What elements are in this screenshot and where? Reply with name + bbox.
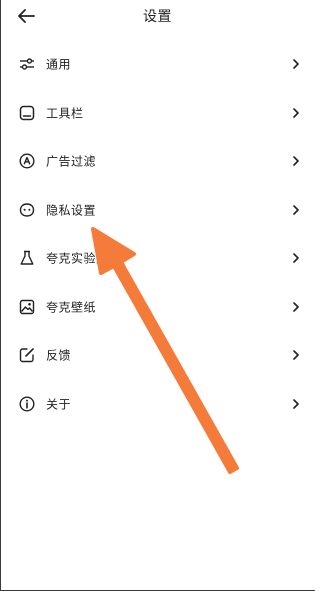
menu-item-label: 工具栏 <box>46 106 84 121</box>
menu-item-privacy[interactable]: 隐私设置 <box>0 186 315 235</box>
menu-item-label: 隐私设置 <box>46 203 97 218</box>
menu-item-label: 夸克壁纸 <box>46 300 97 315</box>
header-bar: 设置 <box>0 0 315 32</box>
menu-item-lab[interactable]: 夸克实验室 <box>0 234 315 283</box>
menu-item-wallpaper[interactable]: 夸克壁纸 <box>0 283 315 332</box>
chevron-right-icon <box>291 155 301 167</box>
menu-item-toolbar[interactable]: 工具栏 <box>0 89 315 138</box>
menu-item-label: 关于 <box>46 397 72 412</box>
settings-menu: 通用 工具栏 广告过滤 隐私设置 夸克实验室 夸克壁纸 反馈 关于 <box>0 40 315 428</box>
page-title: 设置 <box>143 9 172 25</box>
info-icon <box>18 395 36 413</box>
menu-item-ad-filter[interactable]: 广告过滤 <box>0 137 315 186</box>
menu-item-label: 通用 <box>46 57 72 72</box>
menu-item-label: 反馈 <box>46 348 72 363</box>
sliders-icon <box>18 55 36 73</box>
menu-item-feedback[interactable]: 反馈 <box>0 331 315 380</box>
chevron-right-icon <box>291 349 301 361</box>
menu-item-label: 夸克实验室 <box>46 251 109 266</box>
ad-block-icon <box>18 152 36 170</box>
chevron-right-icon <box>291 107 301 119</box>
chevron-right-icon <box>291 398 301 410</box>
privacy-mask-icon <box>18 201 36 219</box>
flask-icon <box>18 249 36 267</box>
toolbar-icon <box>18 104 36 122</box>
chevron-right-icon <box>291 204 301 216</box>
feedback-edit-icon <box>18 346 36 364</box>
chevron-right-icon <box>291 252 301 264</box>
menu-item-general[interactable]: 通用 <box>0 40 315 89</box>
chevron-right-icon <box>291 58 301 70</box>
menu-item-about[interactable]: 关于 <box>0 380 315 429</box>
wallpaper-icon <box>18 298 36 316</box>
chevron-right-icon <box>291 301 301 313</box>
menu-item-label: 广告过滤 <box>46 154 97 169</box>
